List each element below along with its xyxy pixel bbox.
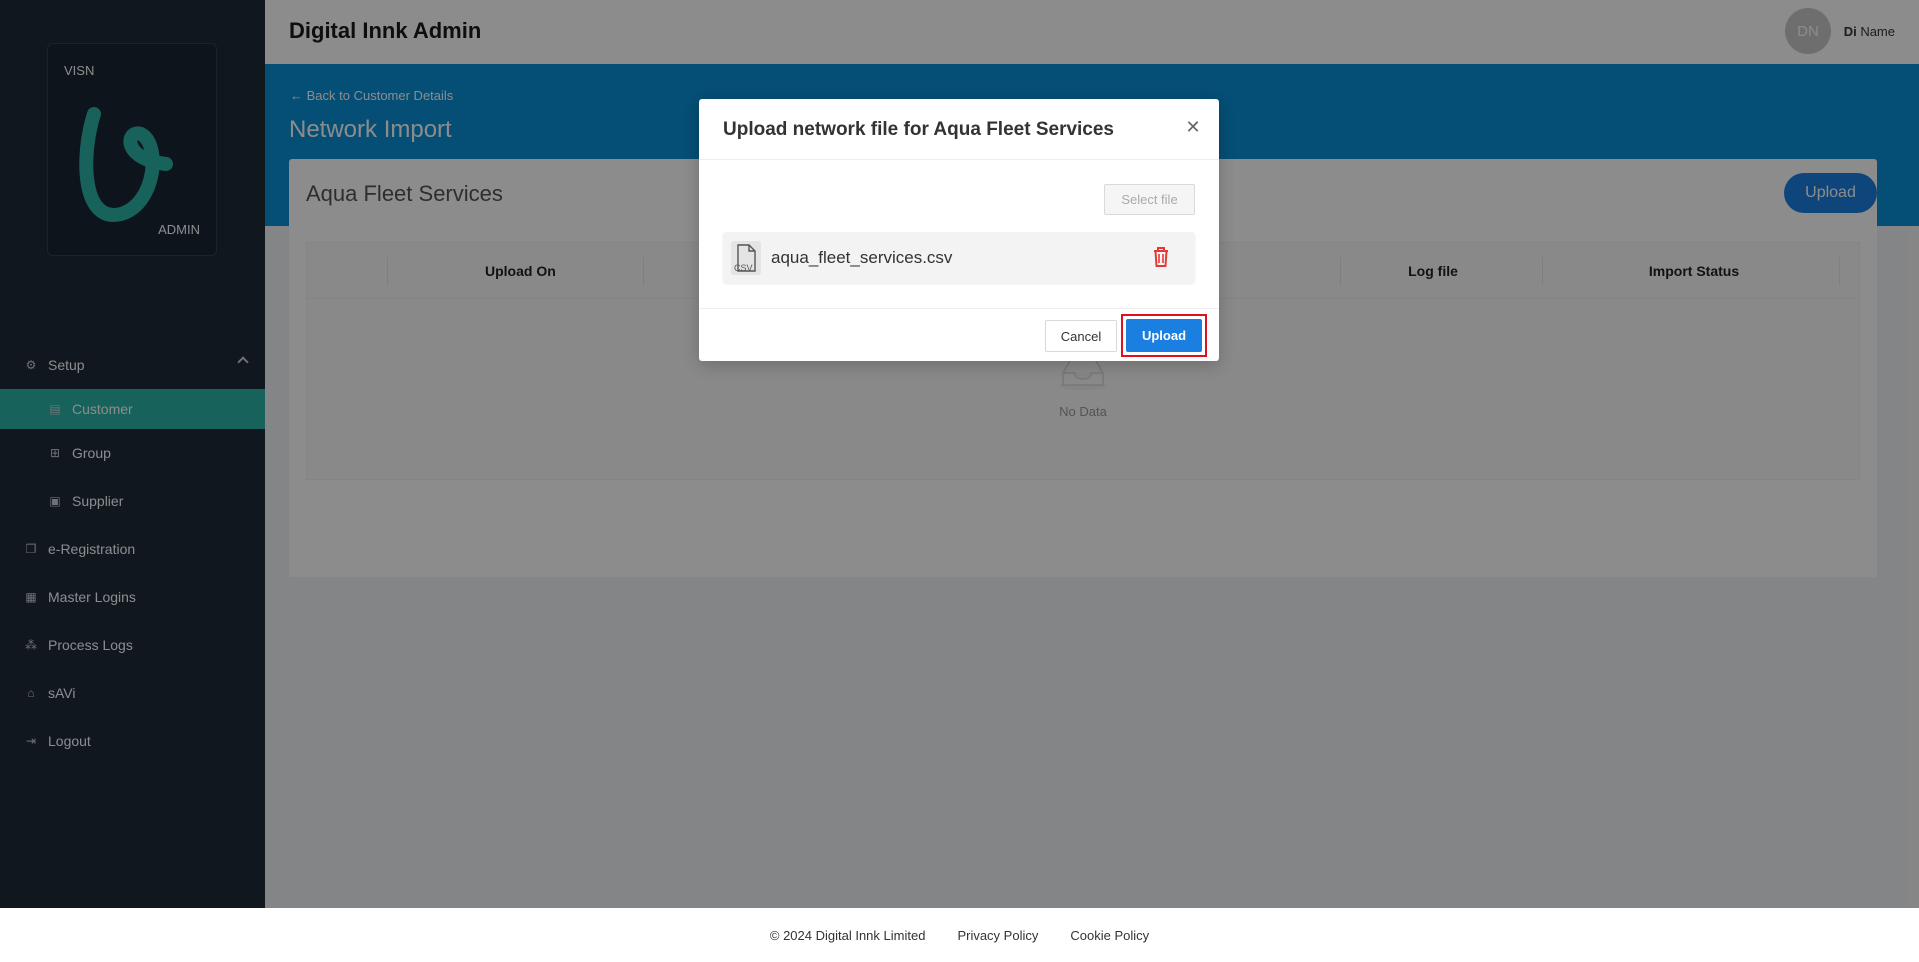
close-icon[interactable]: ✕ xyxy=(1185,118,1201,136)
modal-title: Upload network file for Aqua Fleet Servi… xyxy=(723,119,1115,140)
csv-file-icon: CSV xyxy=(731,241,761,275)
privacy-policy-link[interactable]: Privacy Policy xyxy=(957,928,1038,943)
file-name: aqua_fleet_services.csv xyxy=(771,248,953,267)
modal-upload-button[interactable]: Upload xyxy=(1126,319,1202,352)
footer: © 2024 Digital Innk Limited Privacy Poli… xyxy=(0,908,1919,962)
file-ext-label: CSV xyxy=(734,263,753,273)
upload-modal: Upload network file for Aqua Fleet Servi… xyxy=(699,99,1219,361)
cancel-button[interactable]: Cancel xyxy=(1045,320,1117,352)
selected-file-item: CSV aqua_fleet_services.csv xyxy=(723,232,1195,283)
select-file-button[interactable]: Select file xyxy=(1104,184,1195,215)
cookie-policy-link[interactable]: Cookie Policy xyxy=(1070,928,1149,943)
trash-icon[interactable] xyxy=(1151,246,1171,268)
copyright-text: © 2024 Digital Innk Limited xyxy=(769,927,926,943)
divider xyxy=(699,308,1219,309)
divider xyxy=(699,159,1219,160)
